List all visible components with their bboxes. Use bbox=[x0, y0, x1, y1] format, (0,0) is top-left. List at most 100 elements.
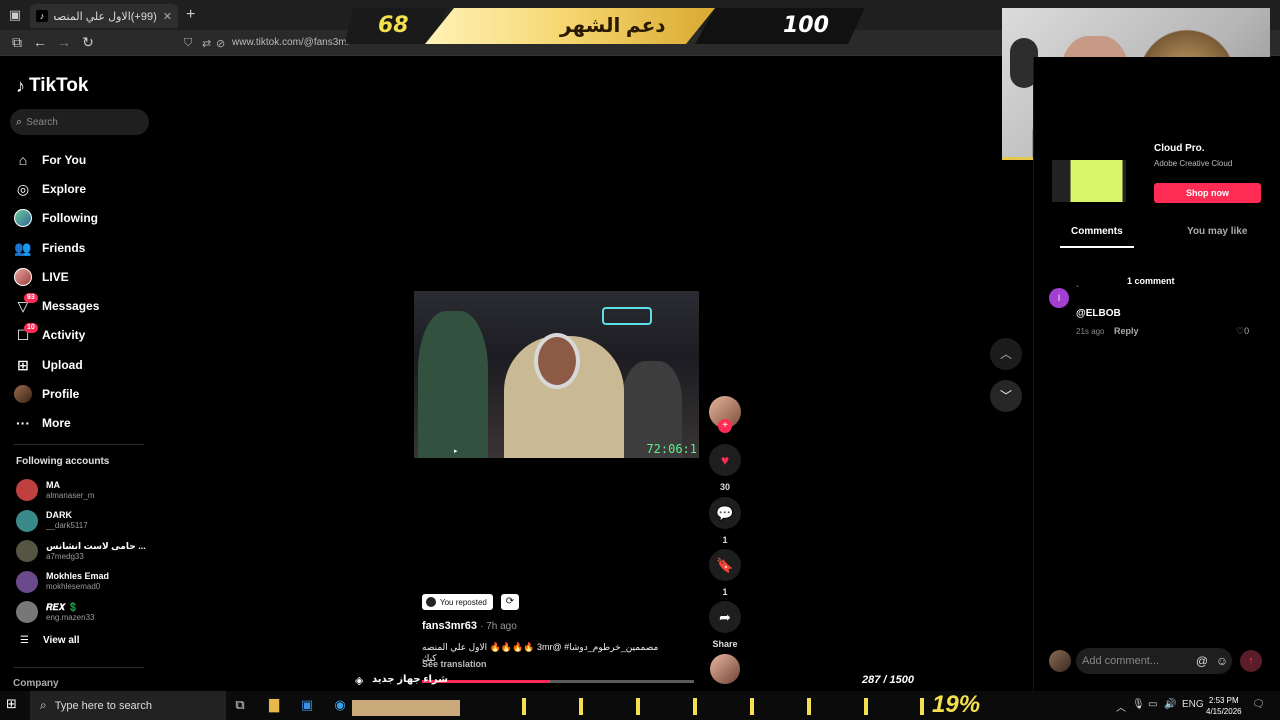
sidebar-item-label: Profile bbox=[42, 387, 80, 402]
list-icon: ☰ bbox=[20, 635, 29, 646]
tiktok-logo[interactable]: ♪ TikTok bbox=[16, 75, 88, 97]
like-count: 30 bbox=[719, 482, 730, 492]
tracking-icon[interactable]: ⊘ bbox=[216, 37, 225, 50]
mention-icon[interactable]: @ bbox=[1192, 654, 1212, 668]
site-settings-icon[interactable]: ⇄ bbox=[202, 37, 211, 50]
account-name: MA bbox=[46, 479, 60, 490]
add-comment-input[interactable]: Add comment... @ ☺ bbox=[1076, 648, 1232, 674]
music-disc-avatar[interactable] bbox=[710, 654, 740, 684]
shop-now-button[interactable]: Shop now bbox=[1154, 183, 1261, 203]
sidebar-item-friends[interactable]: 👥 Friends bbox=[14, 233, 164, 262]
sidebar-item-activity[interactable]: ☐ 10 Activity bbox=[14, 321, 164, 350]
like-button[interactable]: ♥ 30 bbox=[709, 444, 741, 492]
repost-icon[interactable]: ⟳ bbox=[501, 594, 519, 610]
video-person bbox=[418, 311, 488, 458]
account-name: 𝑹𝑬𝑿 💲 bbox=[46, 601, 79, 612]
comment-like-button[interactable]: ♡0 bbox=[1236, 326, 1249, 337]
forward-icon[interactable]: → bbox=[55, 34, 73, 50]
taskbar-clock[interactable]: 2:53 PM 4/15/2026 bbox=[1206, 695, 1242, 717]
sidebar-item-explore[interactable]: ◎ Explore bbox=[14, 174, 164, 203]
network-icon[interactable]: ▭ bbox=[1148, 699, 1157, 710]
overlay-bar bbox=[807, 698, 811, 715]
see-translation-link[interactable]: See translation bbox=[422, 659, 487, 669]
sidebar-item-live[interactable]: LIVE bbox=[14, 262, 164, 291]
post-comment-button[interactable]: ↑ bbox=[1240, 650, 1262, 672]
windows-start-icon[interactable]: ⊞ bbox=[6, 696, 17, 712]
reload-icon[interactable]: ↻ bbox=[79, 34, 97, 51]
sidebar-item-for-you[interactable]: ⌂ For You bbox=[14, 145, 164, 174]
account-name: DARK bbox=[46, 510, 72, 521]
reply-button[interactable]: Reply bbox=[1114, 326, 1139, 336]
author-name: fans3mr63 bbox=[422, 620, 478, 632]
new-tab-icon[interactable]: + bbox=[186, 6, 195, 24]
video-timer: 72:06:1 bbox=[646, 442, 697, 456]
notifications-icon[interactable]: 🗨 bbox=[1252, 699, 1265, 710]
account-handle: a7medg33 bbox=[46, 551, 84, 561]
following-account[interactable]: 𝑹𝑬𝑿 💲 eng.mazen33 bbox=[16, 597, 161, 628]
sidebar-item-profile[interactable]: Profile bbox=[14, 379, 164, 408]
tab-you-may-like[interactable]: You may like bbox=[1187, 226, 1247, 237]
task-view-icon[interactable]: ⧉ bbox=[230, 697, 250, 713]
ad-image[interactable] bbox=[1052, 160, 1126, 202]
language-indicator[interactable]: ENG bbox=[1182, 699, 1204, 710]
sidebar-item-more[interactable]: ··· More bbox=[14, 409, 164, 438]
ad-subtitle: Adobe Creative Cloud bbox=[1154, 159, 1233, 168]
video-player[interactable]: ▸ 72:06:1 bbox=[414, 291, 699, 458]
overlay-bar bbox=[522, 698, 526, 715]
company-link[interactable]: Company bbox=[13, 678, 59, 689]
commenter-name[interactable]: ` bbox=[1076, 285, 1079, 294]
video-author[interactable]: fans3mr63 · 7h ago bbox=[422, 620, 517, 632]
overlay-right-panel bbox=[695, 8, 865, 44]
avatar bbox=[16, 540, 38, 563]
clock-time: 2:53 PM bbox=[1208, 696, 1239, 705]
share-button[interactable]: ➦ Share bbox=[709, 601, 741, 649]
tray-chevron-icon[interactable]: ︿ bbox=[1116, 699, 1126, 714]
following-account[interactable]: Mokhles Emad mokhlesemad0 bbox=[16, 567, 161, 598]
video-progress-bar[interactable] bbox=[422, 680, 694, 683]
store-icon[interactable]: ▣ bbox=[297, 697, 317, 713]
reposted-badge[interactable]: You reposted bbox=[422, 594, 493, 610]
file-explorer-icon[interactable]: ▇ bbox=[264, 697, 284, 713]
avatar bbox=[426, 597, 436, 607]
back-icon[interactable]: ← bbox=[31, 34, 49, 50]
overlay-bar bbox=[693, 698, 697, 715]
following-account[interactable]: DARK __dark5117 bbox=[16, 506, 161, 537]
my-avatar bbox=[1049, 650, 1071, 672]
next-video-button[interactable]: ﹀ bbox=[990, 380, 1022, 412]
comment-button[interactable]: 💬 1 bbox=[709, 497, 741, 545]
follow-plus-icon[interactable]: + bbox=[718, 419, 732, 433]
browser-tab[interactable]: ♪ (99+)الاول علي المنصه كيك 🔥 ✕ bbox=[30, 4, 178, 28]
avatar bbox=[14, 209, 32, 228]
following-account[interactable]: حامى لاست انشانس ... a7medg33 bbox=[16, 536, 161, 567]
workspaces-icon[interactable]: ⧉ bbox=[8, 34, 26, 51]
tiktok-icon: ♪ bbox=[36, 10, 48, 22]
video-person-head bbox=[534, 333, 580, 389]
tab-comments[interactable]: Comments bbox=[1071, 226, 1123, 237]
emoji-icon[interactable]: ☺ bbox=[1212, 654, 1232, 668]
overlay-bar bbox=[920, 698, 924, 715]
heart-icon: ♥ bbox=[709, 444, 741, 476]
taskbar-search[interactable]: ⌕ Type here to search bbox=[30, 691, 226, 720]
avatar bbox=[16, 479, 38, 502]
following-account[interactable]: MA almanaser_m bbox=[16, 475, 161, 506]
commenter-avatar[interactable]: l bbox=[1049, 288, 1069, 308]
close-tab-icon[interactable]: ✕ bbox=[163, 10, 172, 23]
messages-badge: 93 bbox=[24, 293, 38, 304]
volume-icon[interactable]: 🔊 bbox=[1164, 699, 1176, 710]
sidebar-divider bbox=[14, 667, 144, 668]
shield-icon[interactable]: ⛉ bbox=[184, 37, 192, 50]
view-all-button[interactable]: ☰ View all bbox=[20, 635, 79, 646]
microphone-icon[interactable]: 🎙 bbox=[1132, 699, 1145, 710]
sidebar-item-label: LIVE bbox=[42, 269, 69, 284]
search-input[interactable]: ⌕ Search bbox=[10, 109, 149, 135]
sidebar-item-messages[interactable]: ▽ 93 Messages bbox=[14, 291, 164, 320]
save-button[interactable]: 🔖 1 bbox=[709, 549, 741, 597]
edge-icon[interactable]: ◉ bbox=[330, 697, 350, 713]
avatar bbox=[16, 601, 38, 624]
active-tab-indicator bbox=[1060, 246, 1134, 248]
previous-video-button[interactable]: ︿ bbox=[990, 338, 1022, 370]
sidebar-item-upload[interactable]: ⊞ Upload bbox=[14, 350, 164, 379]
tab-actions-icon[interactable]: ▣ bbox=[6, 6, 24, 24]
url-text[interactable]: www.tiktok.com/@fans3mr bbox=[232, 37, 350, 48]
sidebar-item-following[interactable]: Following bbox=[14, 204, 164, 233]
